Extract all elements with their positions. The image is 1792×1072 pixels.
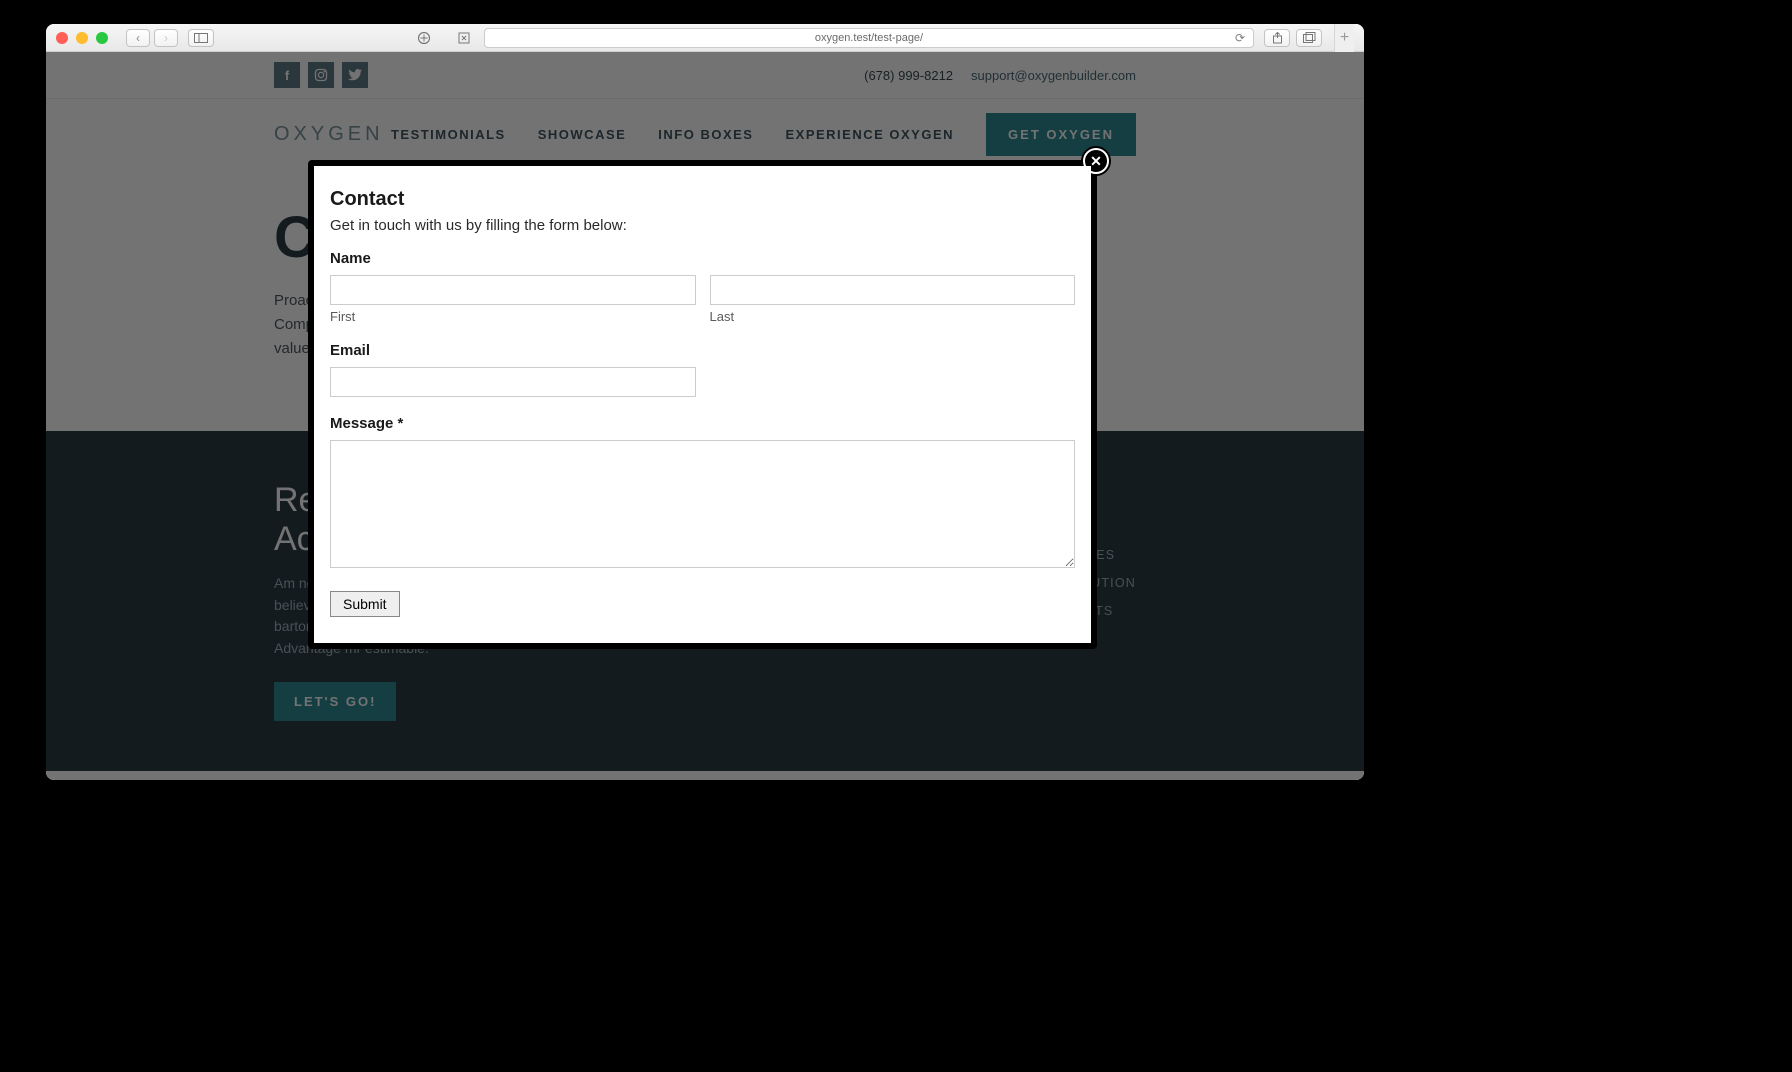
first-name-input[interactable] [330,275,696,305]
email-input[interactable] [330,367,696,397]
name-label: Name [330,250,1075,267]
reload-icon[interactable]: ⟳ [1235,31,1245,45]
url-text: oxygen.test/test-page/ [815,32,923,44]
sidebar-toggle-icon[interactable] [188,29,214,47]
last-name-input[interactable] [710,275,1076,305]
reader-view-icon[interactable] [454,29,474,47]
page-viewport: f (678) 999-8212 support@oxygenbuilder.c… [46,52,1364,780]
modal-subtitle: Get in touch with us by filling the form… [330,217,1075,234]
maximize-window-icon[interactable] [96,32,108,44]
message-textarea[interactable] [330,440,1075,568]
close-icon: ✕ [1090,153,1102,170]
privacy-report-icon[interactable] [414,29,434,47]
minimize-window-icon[interactable] [76,32,88,44]
tabs-icon[interactable] [1296,29,1322,47]
browser-titlebar: ‹ › oxygen.test/test-page/ ⟳ + [46,24,1364,52]
forward-button[interactable]: › [154,29,178,47]
traffic-lights [56,32,108,44]
close-window-icon[interactable] [56,32,68,44]
address-bar[interactable]: oxygen.test/test-page/ ⟳ [484,28,1254,48]
email-label: Email [330,342,1075,359]
new-tab-button[interactable]: + [1334,24,1354,52]
contact-modal: ✕ Contact Get in touch with us by fillin… [308,160,1097,649]
browser-window: ‹ › oxygen.test/test-page/ ⟳ + [46,24,1364,780]
submit-button[interactable]: Submit [330,591,400,617]
share-icon[interactable] [1264,29,1290,47]
first-sublabel: First [330,309,696,324]
last-sublabel: Last [710,309,1076,324]
message-label: Message * [330,415,1075,432]
modal-title: Contact [330,188,1075,211]
back-button[interactable]: ‹ [126,29,150,47]
